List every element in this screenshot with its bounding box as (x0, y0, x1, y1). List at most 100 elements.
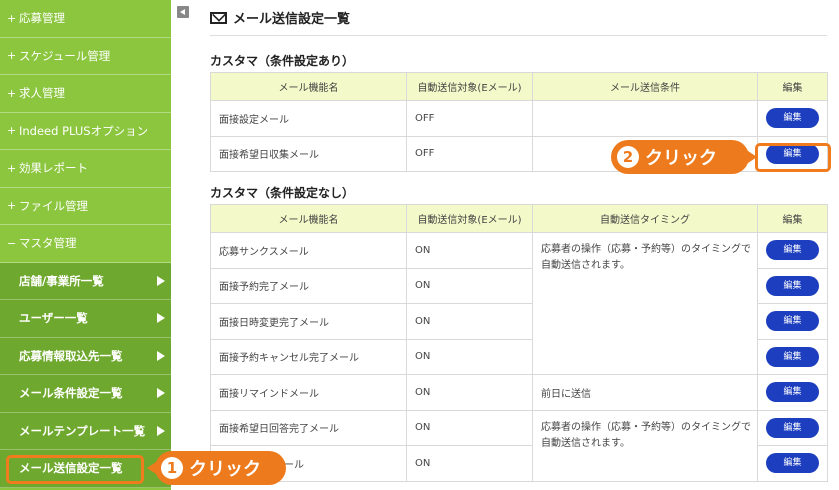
auto-target: ON (406, 267, 533, 304)
section-title-with-conditions: カスタマ（条件設定あり） (210, 54, 355, 68)
mail-name: 応募サンクスメール (210, 232, 407, 269)
auto-target: OFF (406, 135, 533, 172)
edit-button[interactable]: 編集 (766, 275, 819, 296)
column-header: 自動送信対象(Eメール) (406, 72, 533, 101)
sidebar: + 応募管理 + スケジュール管理 + 求人管理 + Indeed PLUSオプション … (0, 0, 171, 490)
table-header-row: メール機能名 自動送信対象(Eメール) 自動送信タイミング 編集 (210, 204, 828, 233)
table-without-conditions: メール機能名 自動送信対象(Eメール) 自動送信タイミング 編集 応募サンクスメ… (210, 204, 828, 482)
mail-name: 面接予約完了メール (210, 267, 407, 304)
edit-cell: 編集 (757, 338, 828, 375)
column-header: 自動送信タイミング (532, 204, 758, 233)
expand-icon: + (7, 199, 17, 213)
table-row: 面接設定メール OFF 編集 (210, 100, 828, 137)
column-header: メール機能名 (210, 204, 407, 233)
nav-label: マスタ管理 (19, 236, 77, 251)
edit-button[interactable]: 編集 (766, 382, 819, 403)
active-highlight (6, 455, 144, 484)
auto-target: ON (406, 374, 533, 411)
nav-schedule[interactable]: + スケジュール管理 (0, 38, 171, 75)
expand-icon: + (7, 49, 17, 63)
timing-cell: 応募者の操作（応募・予約等）のタイミングで自動送信されます。 (532, 409, 758, 482)
edit-button[interactable]: 編集 (766, 346, 819, 367)
table-row: 応募サンクスメール ON 応募者の操作（応募・予約等）のタイミングで自動送信され… (210, 232, 828, 375)
mail-name: 面接希望日回答完了メール (210, 409, 407, 446)
edit-cell: 編集 (757, 100, 828, 137)
arrow-right-icon (157, 275, 165, 286)
auto-target: ON (406, 445, 533, 482)
column-header: 自動送信対象(Eメール) (406, 204, 533, 233)
mail-name: 面接予約キャンセル完了メール (210, 338, 407, 375)
auto-target: ON (406, 409, 533, 446)
arrow-right-icon (157, 388, 165, 399)
arrow-right-icon (157, 313, 165, 324)
section-title-without-conditions: カスタマ（条件設定なし） (210, 186, 355, 200)
edit-cell: 編集 (757, 267, 828, 304)
arrow-right-icon (157, 350, 165, 361)
sub-label: メール条件設定一覧 (19, 386, 123, 401)
column-header: 編集 (757, 72, 828, 101)
mail-name: 面接日時変更完了メール (210, 303, 407, 340)
sub-mail-conditions[interactable]: メール条件設定一覧 (0, 375, 171, 413)
sub-stores[interactable]: 店舗/事業所一覧 (0, 262, 171, 300)
expand-icon: + (7, 161, 17, 175)
nav-label: Indeed PLUSオプション (19, 123, 149, 138)
table-header-row: メール機能名 自動送信対象(Eメール) メール送信条件 編集 (210, 72, 828, 101)
callout-tail (748, 151, 757, 163)
table-row: 面接リマインドメール ON 前日に送信 編集 (210, 374, 828, 411)
page-header: メール送信設定一覧 (210, 0, 827, 36)
edit-button[interactable]: 編集 (766, 240, 819, 261)
nav-files[interactable]: + ファイル管理 (0, 188, 171, 225)
mail-name: 面接希望日収集メール (210, 135, 407, 172)
nav-label: 求人管理 (19, 86, 65, 101)
sub-users[interactable]: ユーザー一覧 (0, 300, 171, 338)
main-content: メール送信設定一覧 カスタマ（条件設定あり） メール機能名 自動送信対象(Eメー… (210, 0, 828, 482)
expand-icon: + (7, 86, 17, 100)
sub-label: 応募情報取込先一覧 (19, 348, 123, 363)
edit-cell: 編集 (757, 445, 828, 482)
page-title: メール送信設定一覧 (233, 12, 351, 27)
nav-label: ファイル管理 (19, 198, 88, 213)
auto-target: ON (406, 303, 533, 340)
step-number: 2 (617, 146, 639, 168)
edit-button[interactable]: 編集 (766, 311, 819, 332)
sub-label: メールテンプレート一覧 (19, 423, 146, 438)
edit-button[interactable]: 編集 (766, 417, 819, 438)
arrow-right-icon (157, 425, 165, 436)
table-row: 面接希望日回答完了メール ON 応募者の操作（応募・予約等）のタイミングで自動送… (210, 409, 828, 482)
column-header: メール機能名 (210, 72, 407, 101)
callout-tail (147, 462, 156, 474)
nav-master[interactable]: − マスタ管理 (0, 225, 171, 263)
edit-cell: 編集 (757, 374, 828, 411)
nav-jobs[interactable]: + 求人管理 (0, 75, 171, 113)
edit-cell: 編集 (757, 409, 828, 446)
edit-button[interactable]: 編集 (766, 453, 819, 474)
step-number: 1 (161, 457, 183, 479)
edit-cell: 編集 (757, 303, 828, 340)
timing-cell: 前日に送信 (532, 374, 758, 411)
auto-target: OFF (406, 100, 533, 137)
sub-label: 店舗/事業所一覧 (19, 273, 104, 288)
nav-applications[interactable]: + 応募管理 (0, 0, 171, 38)
envelope-icon (210, 11, 227, 24)
callout-text: クリック (645, 148, 717, 169)
nav-label: スケジュール管理 (19, 48, 111, 63)
callout-step-2: 2 クリック (611, 140, 757, 174)
mail-condition (532, 100, 758, 137)
nav-reports[interactable]: + 効果レポート (0, 150, 171, 188)
column-header: 編集 (757, 204, 828, 233)
callout-text: クリック (189, 459, 261, 480)
nav-label: 応募管理 (19, 11, 65, 26)
callout-step-1: 1 クリック (147, 451, 286, 485)
auto-target: ON (406, 338, 533, 375)
nav-indeed-plus[interactable]: + Indeed PLUSオプション (0, 113, 171, 150)
edit-cell: 編集 (757, 232, 828, 269)
sub-import[interactable]: 応募情報取込先一覧 (0, 337, 171, 375)
auto-target: ON (406, 232, 533, 269)
sub-mail-templates[interactable]: メールテンプレート一覧 (0, 412, 171, 450)
collapse-icon: − (7, 236, 17, 250)
edit-button[interactable]: 編集 (766, 108, 819, 129)
mail-name: 面接リマインドメール (210, 374, 407, 411)
sidebar-collapse-icon[interactable] (177, 6, 189, 18)
expand-icon: + (7, 124, 17, 138)
timing-cell: 応募者の操作（応募・予約等）のタイミングで自動送信されます。 (532, 232, 758, 375)
